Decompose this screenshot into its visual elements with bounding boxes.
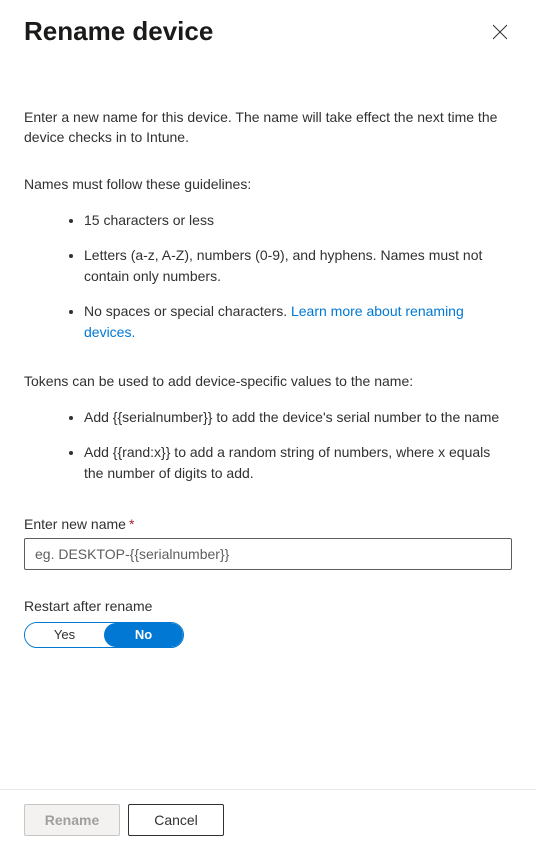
close-icon bbox=[492, 24, 508, 40]
panel-header: Rename device bbox=[24, 16, 512, 47]
page-title: Rename device bbox=[24, 16, 213, 47]
device-name-input[interactable] bbox=[24, 538, 512, 570]
guidelines-heading: Names must follow these guidelines: bbox=[24, 176, 512, 192]
panel-footer: Rename Cancel bbox=[0, 789, 536, 850]
list-item: Add {{serialnumber}} to add the device's… bbox=[84, 407, 512, 428]
restart-label: Restart after rename bbox=[24, 598, 512, 614]
required-marker: * bbox=[129, 516, 134, 532]
intro-text: Enter a new name for this device. The na… bbox=[24, 107, 512, 148]
restart-option-yes[interactable]: Yes bbox=[25, 623, 104, 647]
rename-device-panel: Rename device Enter a new name for this … bbox=[0, 0, 536, 850]
list-item: Letters (a-z, A-Z), numbers (0-9), and h… bbox=[84, 245, 512, 287]
name-field-label: Enter new name bbox=[24, 516, 126, 532]
tokens-heading: Tokens can be used to add device-specifi… bbox=[24, 373, 512, 389]
name-field-label-row: Enter new name* bbox=[24, 516, 512, 532]
guideline-text: No spaces or special characters. bbox=[84, 303, 291, 319]
close-button[interactable] bbox=[488, 20, 512, 44]
list-item: 15 characters or less bbox=[84, 210, 512, 231]
rename-button[interactable]: Rename bbox=[24, 804, 120, 836]
restart-toggle: Yes No bbox=[24, 622, 184, 648]
tokens-list: Add {{serialnumber}} to add the device's… bbox=[24, 407, 512, 484]
cancel-button[interactable]: Cancel bbox=[128, 804, 224, 836]
restart-option-no[interactable]: No bbox=[104, 623, 183, 647]
list-item: No spaces or special characters. Learn m… bbox=[84, 301, 512, 343]
guidelines-list: 15 characters or less Letters (a-z, A-Z)… bbox=[24, 210, 512, 343]
list-item: Add {{rand:x}} to add a random string of… bbox=[84, 442, 512, 484]
